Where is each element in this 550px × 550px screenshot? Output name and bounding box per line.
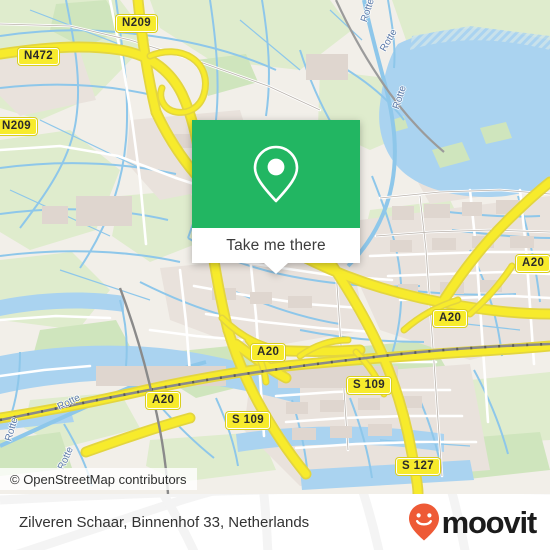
road-shield: N209 <box>116 15 158 32</box>
moovit-pin-smiley-icon <box>408 503 439 541</box>
take-me-there-label: Take me there <box>226 236 326 254</box>
map-pin-icon <box>253 145 299 203</box>
road-shield: A20 <box>433 310 468 327</box>
location-popup[interactable]: Take me there <box>192 120 360 274</box>
map-attribution[interactable]: © OpenStreetMap contributors <box>0 468 197 490</box>
road-shield: S 109 <box>226 412 271 429</box>
moovit-wordmark: moovit <box>441 504 538 540</box>
attribution-text: © OpenStreetMap contributors <box>10 471 187 487</box>
take-me-there-button[interactable]: Take me there <box>192 228 360 263</box>
moovit-logo[interactable]: moovit <box>407 502 538 542</box>
map-screenshot-page: N209 N472 N209 A20 A20 A20 S 109 A20 S 1… <box>0 0 550 550</box>
location-address: Zilveren Schaar, Binnenhof 33, Netherlan… <box>19 513 310 531</box>
road-shield: S 109 <box>347 377 392 394</box>
footer-bar: Zilveren Schaar, Binnenhof 33, Netherlan… <box>0 494 550 550</box>
road-shield: N209 <box>0 118 38 135</box>
popup-pin-area <box>192 120 360 228</box>
road-shield: A20 <box>146 392 181 409</box>
map-canvas[interactable]: N209 N472 N209 A20 A20 A20 S 109 A20 S 1… <box>0 0 550 494</box>
road-shield: S 127 <box>396 458 441 475</box>
road-shield: A20 <box>251 344 286 361</box>
road-shield: N472 <box>18 48 60 65</box>
road-shield: A20 <box>516 255 550 272</box>
popup-tail <box>264 263 288 274</box>
